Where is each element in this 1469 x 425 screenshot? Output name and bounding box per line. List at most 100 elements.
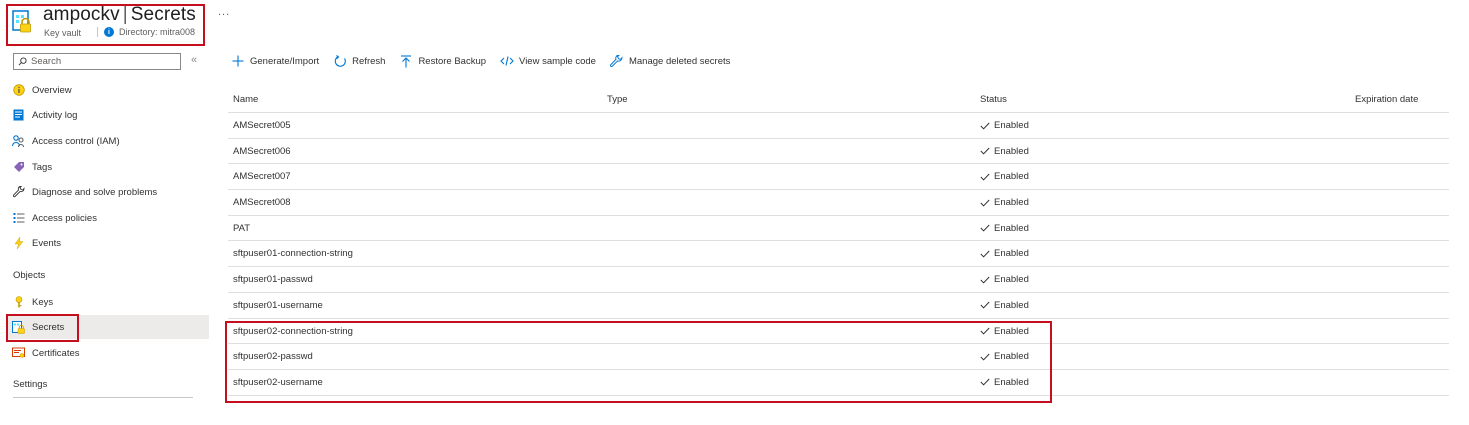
secret-name[interactable]: AMSecret008 xyxy=(233,197,291,208)
sidebar-item-diagnose[interactable]: Diagnose and solve problems xyxy=(6,180,209,204)
status-text: Enabled xyxy=(994,145,1029,157)
sidebar-item-access-control[interactable]: Access control (IAM) xyxy=(6,129,209,153)
sidebar-item-certificates[interactable]: Certificates xyxy=(6,341,209,365)
status-text: Enabled xyxy=(994,248,1029,260)
search-icon xyxy=(18,57,27,66)
table-row[interactable]: PAT Enabled xyxy=(228,216,1449,242)
restore-backup-label: Restore Backup xyxy=(418,55,487,67)
secret-name[interactable]: AMSecret005 xyxy=(233,120,291,131)
secret-name[interactable]: sftpuser01-username xyxy=(233,300,323,311)
tag-icon xyxy=(12,161,25,174)
upload-icon xyxy=(399,54,413,68)
column-header-name[interactable]: Name xyxy=(233,94,258,105)
checkmark-icon xyxy=(980,301,990,309)
status-cell: Enabled xyxy=(980,300,1029,311)
status-text: Enabled xyxy=(994,299,1029,311)
sidebar-item-label: Overview xyxy=(32,84,72,96)
checkmark-icon xyxy=(980,122,990,130)
resource-name: ampockv xyxy=(43,4,120,25)
sidebar-item-label: Access policies xyxy=(32,212,97,224)
more-options-button[interactable]: ... xyxy=(218,6,230,18)
sidebar-item-activity-log[interactable]: Activity log xyxy=(6,103,209,127)
sidebar-item-events[interactable]: Events xyxy=(6,231,209,255)
refresh-button[interactable]: Refresh xyxy=(333,54,385,68)
status-text: Enabled xyxy=(994,274,1029,286)
table-row[interactable]: AMSecret006 Enabled xyxy=(228,139,1449,165)
column-header-status[interactable]: Status xyxy=(980,94,1007,105)
status-cell: Enabled xyxy=(980,274,1029,285)
status-cell: Enabled xyxy=(980,248,1029,259)
checkmark-icon xyxy=(980,250,990,258)
generate-import-button[interactable]: Generate/Import xyxy=(231,54,319,68)
directory-label: Directory: mitra008 xyxy=(119,27,196,37)
code-icon xyxy=(500,54,514,68)
sidebar-item-label: Certificates xyxy=(32,347,80,359)
rows-highlight-box xyxy=(225,321,1052,403)
plus-icon xyxy=(231,54,245,68)
sidebar-item-access-policies[interactable]: Access policies xyxy=(6,206,209,230)
column-header-type[interactable]: Type xyxy=(607,94,628,105)
column-header-expiration[interactable]: Expiration date xyxy=(1355,94,1418,105)
sidebar-item-label: Activity log xyxy=(32,109,78,121)
status-cell: Enabled xyxy=(980,197,1029,208)
access-control-icon xyxy=(12,135,25,148)
secret-name[interactable]: sftpuser01-passwd xyxy=(233,274,313,285)
sidebar-item-label: Diagnose and solve problems xyxy=(32,186,158,198)
secret-name[interactable]: sftpuser01-connection-string xyxy=(233,248,353,259)
sidebar-item-label: Access control (IAM) xyxy=(32,135,120,147)
table-row[interactable]: AMSecret008 Enabled xyxy=(228,190,1449,216)
status-text: Enabled xyxy=(994,120,1029,131)
page-name: Secrets xyxy=(130,4,196,25)
secret-name[interactable]: AMSecret006 xyxy=(233,146,291,157)
resource-type: Key vault xyxy=(44,28,82,38)
refresh-icon xyxy=(333,54,347,68)
generate-import-label: Generate/Import xyxy=(250,55,320,67)
sidebar-divider xyxy=(13,397,193,398)
divider xyxy=(97,27,98,37)
sidebar-item-overview[interactable]: Overview xyxy=(6,78,209,102)
status-text: Enabled xyxy=(994,197,1029,209)
secret-name[interactable]: PAT xyxy=(233,223,250,234)
manage-deleted-secrets-button[interactable]: Manage deleted secrets xyxy=(610,54,730,68)
checkmark-icon xyxy=(980,199,990,207)
refresh-label: Refresh xyxy=(352,55,386,67)
directory-info: i Directory: mitra008 xyxy=(97,27,195,37)
sidebar-item-tags[interactable]: Tags xyxy=(6,155,209,179)
checkmark-icon xyxy=(980,224,990,232)
table-row[interactable]: sftpuser01-connection-string Enabled xyxy=(228,241,1449,268)
overview-icon xyxy=(12,84,25,97)
title-separator: | xyxy=(122,4,128,25)
sidebar-search[interactable] xyxy=(13,53,181,70)
checkmark-icon xyxy=(980,173,990,181)
search-input[interactable] xyxy=(31,56,171,67)
table-header: Name Type Status Expiration date xyxy=(228,88,1449,113)
wrench-icon xyxy=(610,54,624,68)
secrets-highlight-box xyxy=(6,314,79,342)
status-text: Enabled xyxy=(994,222,1029,234)
list-icon xyxy=(12,212,25,225)
key-vault-icon xyxy=(12,10,34,34)
certificate-icon xyxy=(12,347,25,360)
table-row[interactable]: AMSecret007 Enabled xyxy=(228,164,1449,191)
status-cell: Enabled xyxy=(980,146,1029,157)
key-icon xyxy=(12,296,25,309)
table-row[interactable]: sftpuser01-username Enabled xyxy=(228,293,1449,319)
sidebar-item-keys[interactable]: Keys xyxy=(6,290,209,314)
collapse-sidebar-icon[interactable]: « xyxy=(191,54,197,66)
wrench-icon xyxy=(12,186,25,199)
sidebar-item-label: Events xyxy=(32,237,62,249)
checkmark-icon xyxy=(980,147,990,155)
manage-deleted-label: Manage deleted secrets xyxy=(628,55,731,67)
status-cell: Enabled xyxy=(980,120,1029,131)
sidebar-item-label: Keys xyxy=(32,296,54,308)
command-bar: Generate/Import Refresh Restore Backup V… xyxy=(231,52,744,70)
page-title: ampockv | Secrets xyxy=(43,4,196,26)
restore-backup-button[interactable]: Restore Backup xyxy=(399,54,486,68)
status-text: Enabled xyxy=(994,171,1029,183)
checkmark-icon xyxy=(980,276,990,284)
secret-name[interactable]: AMSecret007 xyxy=(233,171,291,182)
table-row[interactable]: AMSecret005 Enabled xyxy=(228,113,1449,139)
section-objects: Objects xyxy=(13,270,46,281)
table-row[interactable]: sftpuser01-passwd Enabled xyxy=(228,267,1449,293)
view-sample-code-button[interactable]: View sample code xyxy=(500,54,596,68)
